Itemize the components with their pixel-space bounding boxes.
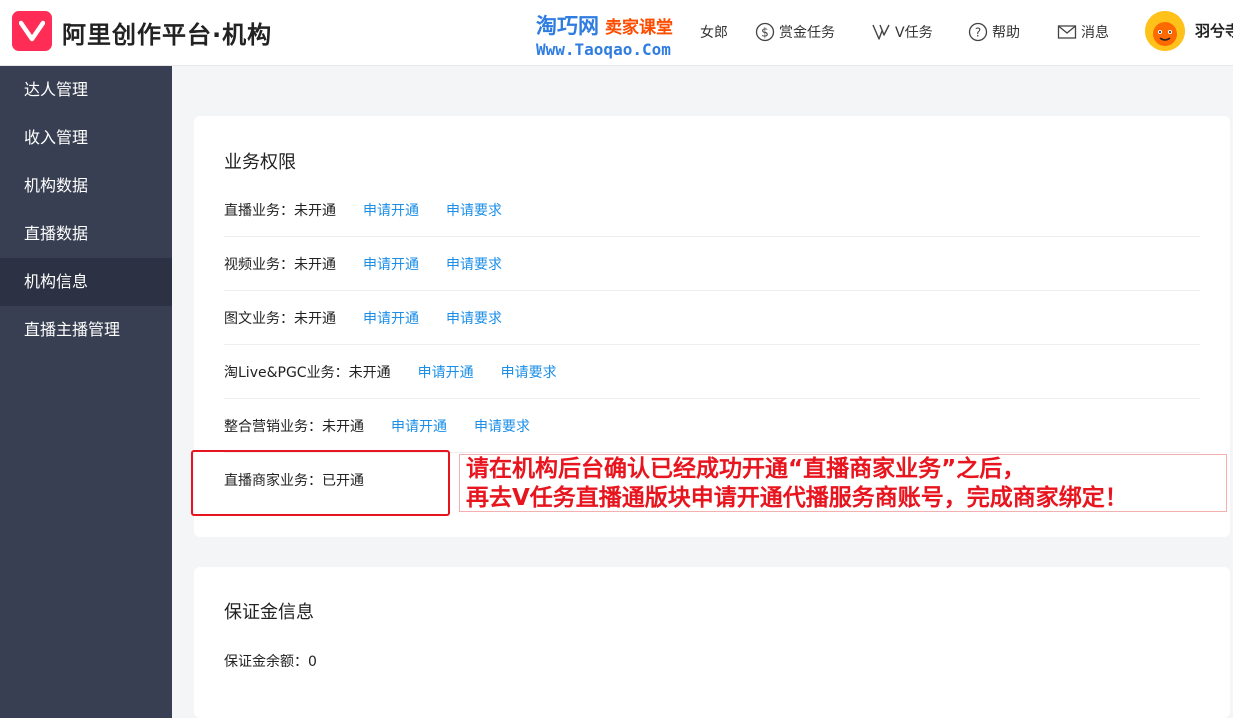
nav-messages-label: 消息 — [1081, 25, 1109, 41]
business-row-label: 图文业务：未开通 — [224, 310, 336, 327]
deposit-info-title: 保证金信息 — [224, 602, 314, 623]
apply-open-link[interactable]: 申请开通 — [363, 254, 419, 274]
sidebar-item-live-data[interactable]: 直播数据 — [0, 210, 172, 258]
sidebar-item-income-management[interactable]: 收入管理 — [0, 114, 172, 162]
deposit-info-card: 保证金信息 保证金余额：0 — [194, 567, 1230, 718]
sidebar-item-agency-info[interactable]: 机构信息 — [0, 258, 172, 306]
watermark-cn: 淘巧网 — [536, 14, 599, 38]
username[interactable]: 羽兮寺 — [1195, 20, 1233, 41]
svg-text:?: ? — [975, 26, 981, 40]
nav-help[interactable]: ? 帮助 — [968, 20, 1020, 44]
deposit-balance-row: 保证金余额：0 — [224, 634, 1200, 688]
business-row-integrated-marketing: 整合营销业务：未开通 申请开通 申请要求 — [224, 399, 1200, 453]
nav-bounty-label: 赏金任务 — [779, 25, 835, 41]
sidebar-item-anchor-management[interactable]: 直播主播管理 — [0, 306, 172, 354]
watermark-url: Www.Taoqao.Com — [536, 40, 671, 59]
nav-v-task-label: V任务 — [895, 25, 933, 41]
sidebar: 达人管理 收入管理 机构数据 直播数据 机构信息 直播主播管理 — [0, 66, 172, 718]
nav-bounty-tasks[interactable]: $ 赏金任务 — [755, 20, 835, 44]
annotation-line-1: 请在机构后台确认已经成功开通“直播商家业务”之后， — [466, 456, 1026, 482]
apply-requirements-link[interactable]: 申请要求 — [446, 308, 502, 328]
highlight-box — [191, 450, 450, 516]
sidebar-item-agency-data[interactable]: 机构数据 — [0, 162, 172, 210]
deposit-balance: 保证金余额：0 — [224, 654, 317, 670]
mail-icon — [1057, 22, 1077, 42]
brand-logo-icon[interactable] — [12, 11, 52, 51]
watermark: 淘巧网 卖家课堂 Www.Taoqao.Com — [536, 10, 673, 59]
nav-v-task[interactable]: V任务 — [871, 20, 933, 44]
nav-help-label: 帮助 — [992, 25, 1020, 41]
v-task-icon — [871, 22, 891, 42]
svg-text:$: $ — [761, 26, 769, 40]
help-icon: ? — [968, 22, 988, 42]
sidebar-item-talent-management[interactable]: 达人管理 — [0, 66, 172, 114]
apply-requirements-link[interactable]: 申请要求 — [474, 416, 530, 436]
business-permissions-title: 业务权限 — [224, 152, 296, 173]
avatar[interactable] — [1145, 11, 1185, 51]
apply-requirements-link[interactable]: 申请要求 — [446, 254, 502, 274]
annotation-note: 请在机构后台确认已经成功开通“直播商家业务”之后， 再去V任务直播通版块申请开通… — [459, 454, 1227, 512]
business-row-label: 视频业务：未开通 — [224, 256, 336, 273]
business-row-taolive-pgc: 淘Live&PGC业务：未开通 申请开通 申请要求 — [224, 345, 1200, 399]
annotation-line-2: 再去V任务直播通版块申请开通代播服务商账号，完成商家绑定！ — [466, 485, 1128, 511]
apply-open-link[interactable]: 申请开通 — [363, 308, 419, 328]
business-row-label: 整合营销业务：未开通 — [224, 418, 364, 435]
business-row-graphic: 图文业务：未开通 申请开通 申请要求 — [224, 291, 1200, 345]
brand-title[interactable]: 阿里创作平台·机构 — [62, 15, 272, 50]
apply-requirements-link[interactable]: 申请要求 — [446, 200, 502, 220]
apply-open-link[interactable]: 申请开通 — [418, 362, 474, 382]
business-row-label: 淘Live&PGC业务：未开通 — [224, 364, 391, 381]
dollar-circle-icon: $ — [755, 22, 775, 42]
nav-item-partial[interactable]: 女郎 — [700, 22, 728, 42]
nav-messages[interactable]: 消息 — [1057, 20, 1109, 44]
apply-requirements-link[interactable]: 申请要求 — [501, 362, 557, 382]
top-header: 阿里创作平台·机构 女郎 淘巧网 卖家课堂 Www.Taoqao.Com $ 赏金… — [0, 0, 1233, 66]
business-row-label: 直播业务：未开通 — [224, 202, 336, 219]
apply-open-link[interactable]: 申请开通 — [363, 200, 419, 220]
business-row-live: 直播业务：未开通 申请开通 申请要求 — [224, 183, 1200, 237]
watermark-red: 卖家课堂 — [605, 18, 673, 38]
business-row-video: 视频业务：未开通 申请开通 申请要求 — [224, 237, 1200, 291]
apply-open-link[interactable]: 申请开通 — [391, 416, 447, 436]
